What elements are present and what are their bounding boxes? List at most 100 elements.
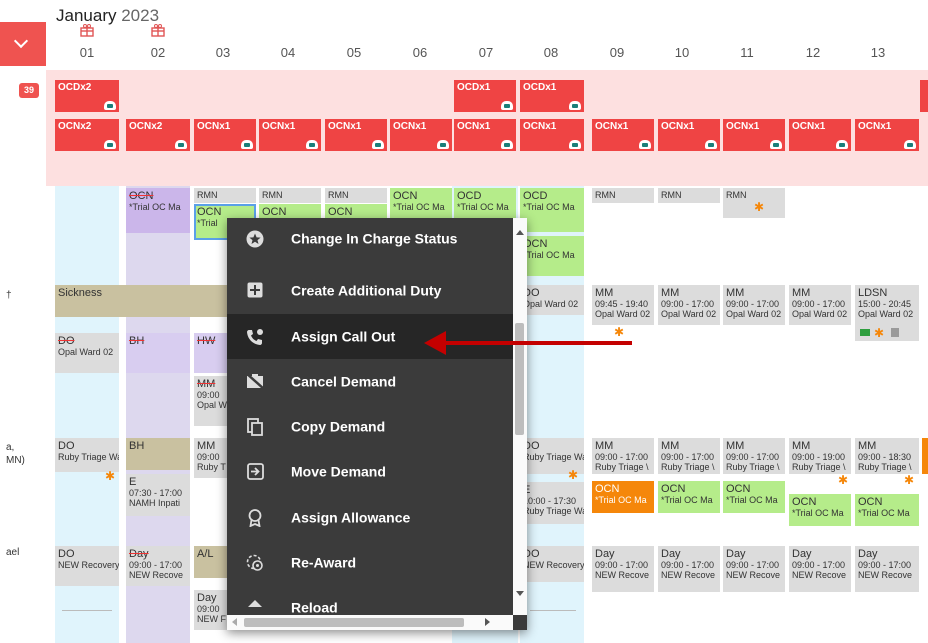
shift-cell[interactable]: MM 09:00 - 17:00 Opal Ward 02	[658, 285, 720, 325]
menu-item-re-award[interactable]: Re-Award	[227, 540, 513, 585]
oncall-shift[interactable]: OCNx2	[55, 119, 119, 151]
shift-cell[interactable]: MM 09:00 - 17:00 Opal Ward 02	[723, 285, 785, 325]
menu-item-copy-demand[interactable]: Copy Demand	[227, 404, 513, 449]
menu-item-create-additional-duty[interactable]: Create Additional Duty	[227, 268, 513, 313]
scroll-up-arrow-icon[interactable]	[516, 230, 524, 235]
menu-item-assign-allowance[interactable]: Assign Allowance	[227, 495, 513, 540]
shift-cell[interactable]: Day 09:00 - 17:00 NEW Recove	[789, 546, 851, 592]
shift-cell[interactable]: OCN *Trial OC Ma	[520, 236, 584, 276]
shift-cell[interactable]: OCN *Trial OC Ma	[855, 494, 919, 526]
shift-cell[interactable]: OCN *Trial OC Ma	[592, 481, 654, 513]
absence-bar[interactable]: Sickness	[55, 285, 230, 317]
shift-cell[interactable]: OCN *Trial OC Ma	[789, 494, 851, 526]
shift-cell[interactable]: DO NEW Recovery	[520, 546, 584, 582]
menu-item-change-in-charge-status[interactable]: Change In Charge Status	[227, 218, 513, 261]
oncall-shift[interactable]: OCNx1	[259, 119, 321, 151]
day-header-02[interactable]: 02	[138, 45, 178, 60]
absence-bar[interactable]: A/L	[194, 546, 228, 578]
shift-cell[interactable]: MM 09:00 Ruby T	[194, 438, 228, 478]
scroll-right-arrow-icon[interactable]	[485, 618, 490, 626]
shift-cell[interactable]: MM 09:00 - 17:00 Ruby Triage \	[658, 438, 720, 474]
shift-cell[interactable]: Day 09:00 - 17:00 NEW Recove	[592, 546, 654, 592]
oncall-shift[interactable]: OCNx1	[658, 119, 720, 151]
context-menu: Change In Charge Status Create Additiona…	[227, 218, 527, 630]
oncall-shift[interactable]: OCNx1	[592, 119, 654, 151]
shift-cell[interactable]: Day 09:00 - 17:00 NEW Recove	[126, 546, 190, 586]
oncall-shift[interactable]: OCNx1	[454, 119, 516, 151]
menu-hscroll-thumb[interactable]	[244, 618, 464, 627]
shift-cell[interactable]: Day 09:00 NEW F	[194, 590, 228, 630]
shift-label: OCNx1	[595, 121, 629, 132]
day-header-10[interactable]: 10	[662, 45, 702, 60]
menu-scroll-thumb[interactable]	[515, 323, 524, 435]
menu-item-move-demand[interactable]: Move Demand	[227, 449, 513, 494]
shift-cell[interactable]: OCN *Trial OC Ma	[126, 188, 190, 233]
oncall-shift[interactable]: OCNx2	[126, 119, 190, 151]
shift-code: Day	[197, 592, 217, 604]
shift-cell[interactable]: RMN	[194, 188, 256, 203]
shift-cell[interactable]: MM 09:45 - 19:40 Opal Ward 02	[592, 285, 654, 325]
shift-cell[interactable]: MM 09:00 - 19:00 Ruby Triage \	[789, 438, 851, 474]
shift-cell[interactable]: DO Opal Ward 02	[55, 333, 119, 373]
shift-cell[interactable]: RMN	[259, 188, 321, 203]
shift-cell[interactable]: MM 09:00 Opal W	[194, 376, 228, 426]
day-header-12[interactable]: 12	[793, 45, 833, 60]
day-header-09[interactable]: 09	[597, 45, 637, 60]
shift-cell[interactable]: DO Ruby Triage Wa	[55, 438, 119, 472]
shift-cell[interactable]: RMN	[658, 188, 720, 203]
oncall-shift[interactable]: OCNx1	[390, 119, 452, 151]
shift-cell[interactable]: RMN	[325, 188, 387, 203]
shift-cell[interactable]: OCD *Trial OC Ma	[520, 188, 584, 232]
shift-cell[interactable]: OCN *Trial OC Ma	[658, 481, 720, 513]
shift-cell[interactable]: E 07:30 - 17:00 NAMH Inpati	[126, 474, 190, 516]
day-header-11[interactable]: 11	[727, 45, 767, 60]
absence-bar[interactable]: BH	[126, 438, 190, 470]
shift-cell[interactable]: Day 09:00 - 17:00 NEW Recove	[723, 546, 785, 592]
shift-cell[interactable]: HW	[194, 333, 228, 373]
menu-item-cancel-demand[interactable]: Cancel Demand	[227, 359, 513, 404]
collapse-button[interactable]	[0, 22, 46, 66]
phone-icon	[437, 140, 449, 149]
day-header-01[interactable]: 01	[67, 45, 107, 60]
day-header-05[interactable]: 05	[334, 45, 374, 60]
oncall-shift[interactable]: OCNx1	[194, 119, 256, 151]
day-header-08[interactable]: 08	[531, 45, 571, 60]
oncall-shift[interactable]: OCNx1	[855, 119, 919, 151]
shift-cell[interactable]: BH	[126, 333, 190, 373]
scroll-down-arrow-icon[interactable]	[516, 591, 524, 596]
day-header-07[interactable]: 07	[466, 45, 506, 60]
shift-cell[interactable]: MM 09:00 - 17:00 Ruby Triage \	[592, 438, 654, 474]
oncall-shift[interactable]: OCDx2	[55, 80, 119, 112]
oncall-shift[interactable]: OCNx1	[723, 119, 785, 151]
shift-cell[interactable]: RMN	[592, 188, 654, 203]
shift-cell[interactable]: MM 09:00 - 17:00 Ruby Triage \	[723, 438, 785, 474]
shift-cell[interactable]: MM 09:00 - 18:30 Ruby Triage \	[855, 438, 919, 474]
oncall-shift[interactable]: OCNx1	[520, 119, 584, 151]
shift-cell[interactable]: MM 09:00 - 17:00 Opal Ward 02	[789, 285, 851, 325]
oncall-shift[interactable]: OCDx1	[520, 80, 584, 112]
shift-code: MM	[595, 440, 614, 452]
day-header-04[interactable]: 04	[268, 45, 308, 60]
oncall-shift[interactable]	[920, 80, 928, 112]
oncall-shift[interactable]: OCNx1	[325, 119, 387, 151]
menu-horizontal-scrollbar[interactable]	[227, 615, 513, 630]
day-header-06[interactable]: 06	[400, 45, 440, 60]
scroll-left-arrow-icon[interactable]	[232, 618, 237, 626]
oncall-shift[interactable]: OCDx1	[454, 80, 516, 112]
shift-cell[interactable]: Day 09:00 - 17:00 NEW Recove	[855, 546, 919, 592]
shift-detail: *Trial OC Ma	[595, 495, 647, 505]
shift-cell[interactable]: DO NEW Recovery	[55, 546, 119, 586]
shift-cell[interactable]: Day 09:00 - 17:00 NEW Recove	[658, 546, 720, 592]
shift-cell[interactable]: OCD *Trial OC Ma	[454, 188, 516, 220]
day-header-13[interactable]: 13	[858, 45, 898, 60]
menu-vertical-scrollbar[interactable]	[513, 218, 527, 615]
shift-cell[interactable]: DO Opal Ward 02	[520, 285, 584, 315]
shift-detail: NEW Recove	[726, 570, 781, 580]
shift-cell[interactable]: OCN *Trial OC Ma	[390, 188, 452, 220]
day-header-03[interactable]: 03	[203, 45, 243, 60]
menu-item-assign-call-out[interactable]: Assign Call Out	[227, 314, 513, 359]
shift-cell[interactable]: E10:00 - 17:30Ruby Triage Wa	[520, 482, 584, 524]
shift-cell[interactable]: OCN *Trial OC Ma	[723, 481, 785, 513]
oncall-shift[interactable]: OCNx1	[789, 119, 851, 151]
shift-cell[interactable]	[922, 438, 928, 474]
